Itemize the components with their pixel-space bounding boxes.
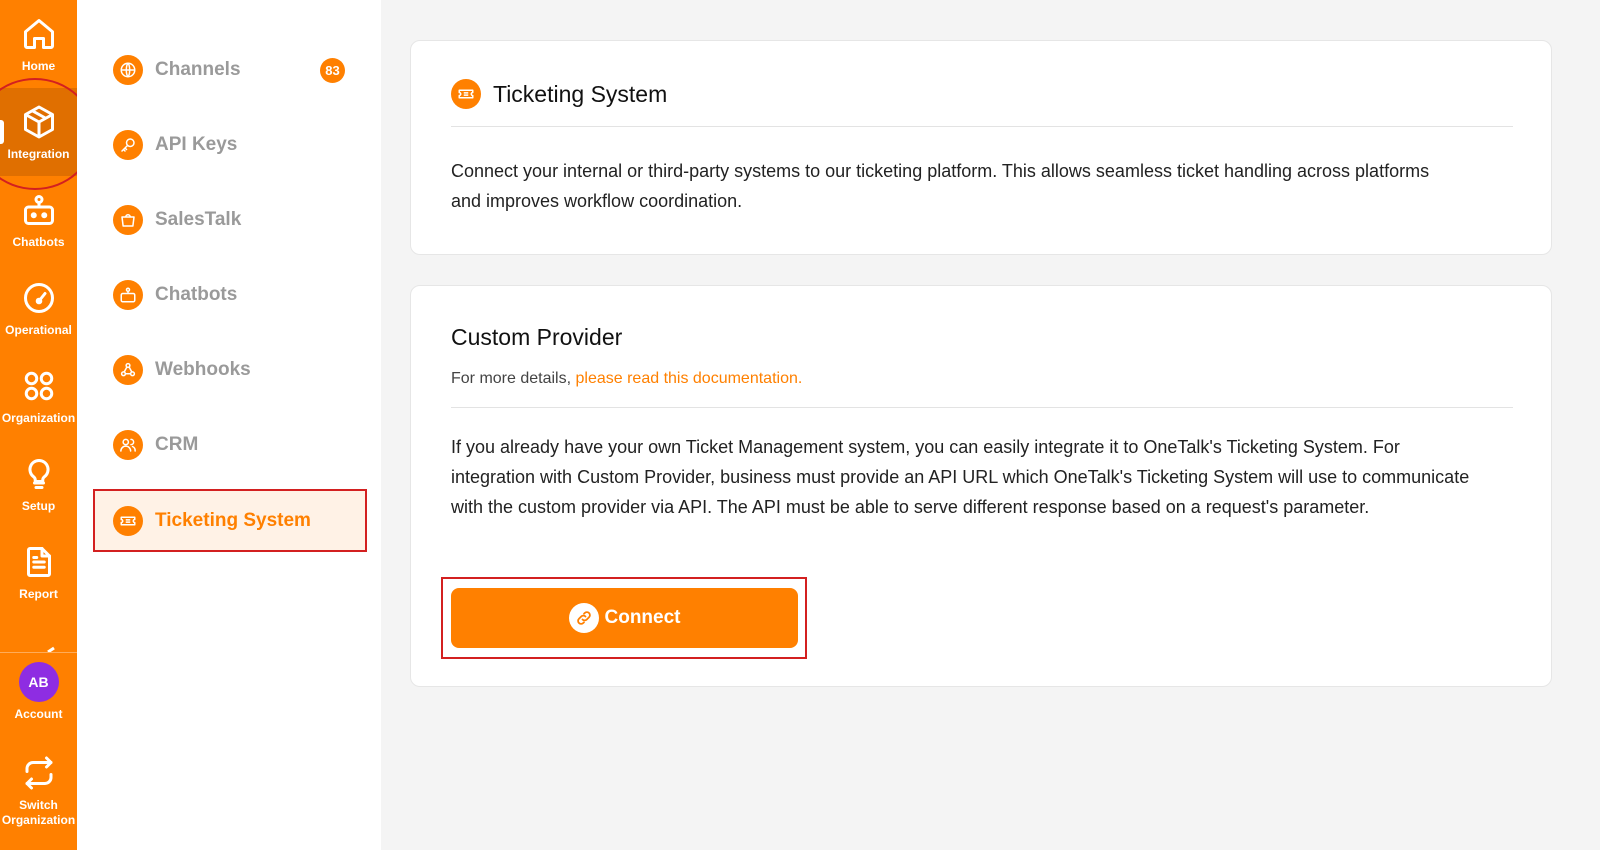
home-icon <box>19 14 59 54</box>
connect-button-label: Connect <box>604 607 681 628</box>
rail-item-label: Operational <box>5 323 72 337</box>
subnav-item-label: Ticketing System <box>155 509 311 531</box>
documentation-link[interactable]: please read this documentation. <box>576 370 803 387</box>
rail-item-label: Integration <box>7 147 70 161</box>
custom-provider-card: Custom Provider For more details, please… <box>410 285 1552 687</box>
subnav-item-label: API Keys <box>155 134 238 155</box>
subnav-item-label: CRM <box>155 434 199 455</box>
section-subtitle: For more details, please read this docum… <box>451 370 803 387</box>
subnav-item-salestalk[interactable]: SalesTalk <box>95 191 367 249</box>
section-title: Custom Provider <box>451 324 623 350</box>
link-icon <box>568 603 599 633</box>
subnav-item-label: Webhooks <box>155 359 251 380</box>
annotation-box: Connect <box>441 577 807 659</box>
provider-description: If you already have your own Ticket Mana… <box>451 437 1470 517</box>
rail-item-label: Report <box>19 587 58 601</box>
integration-icon <box>19 102 59 142</box>
subnav-item-ticketing-system[interactable]: Ticketing System <box>93 489 367 552</box>
subnav-item-chatbots[interactable]: Chatbots <box>95 266 367 324</box>
ticketing-intro-card: Ticketing System Connect your internal o… <box>410 40 1552 255</box>
count-badge: 83 <box>320 58 345 83</box>
subnav-item-channels[interactable]: Channels 83 <box>95 41 367 99</box>
shopping-bag-icon <box>113 205 143 235</box>
subnav-item-label: SalesTalk <box>155 209 242 230</box>
ticket-icon <box>113 505 143 536</box>
ticket-icon <box>451 79 481 109</box>
report-icon <box>19 542 59 582</box>
subnav-item-api-keys[interactable]: API Keys <box>95 116 367 174</box>
avatar: AB <box>18 662 59 702</box>
main-rail: Home Integration Chatbots Operational Or… <box>0 0 77 850</box>
rail-item-home[interactable]: Home <box>0 0 77 88</box>
rail-item-label: Setup <box>21 499 56 513</box>
rail-item-setup[interactable]: Setup <box>0 440 77 528</box>
divider <box>451 126 1513 127</box>
divider <box>451 407 1513 408</box>
rail-item-report[interactable]: Report <box>0 528 77 616</box>
robot-icon <box>113 280 143 310</box>
subnav-item-webhooks[interactable]: Webhooks <box>95 341 367 399</box>
rail-item-organization[interactable]: Organization <box>0 352 77 440</box>
rail-item-label: Organization <box>1 411 76 425</box>
bulb-icon <box>19 454 59 494</box>
switch-icon <box>19 753 59 793</box>
connect-button[interactable]: Connect <box>451 588 798 648</box>
rail-item-label: Switch Organization <box>1 797 76 827</box>
page-title: Ticketing System <box>493 80 668 107</box>
subnav-item-label: Chatbots <box>155 284 238 305</box>
rail-item-label: Home <box>21 59 56 73</box>
organization-icon <box>19 366 59 406</box>
rail-item-operational[interactable]: Operational <box>0 264 77 352</box>
users-icon <box>113 430 143 460</box>
subnav-item-crm[interactable]: CRM <box>95 416 367 474</box>
robot-icon <box>19 190 59 230</box>
rail-item-chatbots[interactable]: Chatbots <box>0 176 77 264</box>
subnav-item-label: Channels <box>155 59 241 80</box>
rail-item-account[interactable]: AB Account <box>0 650 77 734</box>
rail-item-integration[interactable]: Integration <box>0 88 77 176</box>
rail-item-switch-organization[interactable]: Switch Organization <box>0 740 77 840</box>
intro-description: Connect your internal or third-party sys… <box>451 161 1430 211</box>
key-icon <box>113 130 143 160</box>
rail-item-label: Chatbots <box>12 235 65 249</box>
globe-icon <box>113 55 143 85</box>
card-header: Ticketing System <box>451 79 667 109</box>
rail-item-label: Account <box>14 707 63 721</box>
gauge-icon <box>19 278 59 318</box>
webhook-icon <box>113 355 143 385</box>
